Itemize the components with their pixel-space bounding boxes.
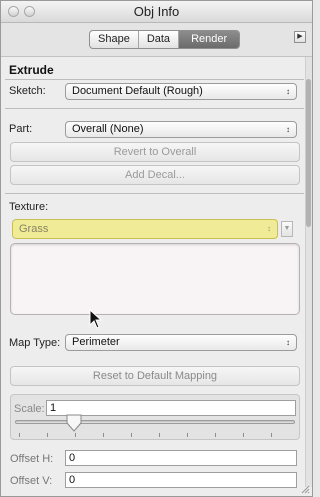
texture-label: Texture: — [9, 201, 49, 213]
part-popup[interactable]: Overall (None) ↕ — [65, 121, 297, 138]
slider-tick — [243, 433, 244, 437]
offset-v-label: Offset V: — [10, 475, 53, 487]
tab-bar: Shape Data Render ▶ — [1, 23, 312, 57]
popup-arrows-icon: ↕ — [286, 87, 290, 96]
section-title: Extrude — [9, 63, 54, 77]
offset-h-label: Offset H: — [10, 453, 54, 465]
revert-to-overall-button[interactable]: Revert to Overall — [10, 142, 300, 162]
scale-label: Scale: — [14, 403, 45, 415]
scale-slider-thumb[interactable] — [66, 414, 82, 432]
slider-tick — [19, 433, 20, 437]
texture-options-button[interactable]: ▼ — [281, 221, 293, 237]
tab-segmented-control: Shape Data Render — [89, 30, 241, 49]
slider-tick — [271, 433, 272, 437]
window-title: Obj Info — [133, 4, 180, 19]
slider-tick — [159, 433, 160, 437]
sketch-value: Document Default (Rough) — [72, 85, 203, 97]
popup-arrows-icon: ↕ — [286, 338, 290, 347]
popup-arrows-icon: ↕ — [286, 125, 290, 134]
slider-tick — [103, 433, 104, 437]
title-bar[interactable]: Obj Info — [1, 1, 312, 23]
offset-h-field[interactable]: 0 — [65, 450, 297, 466]
map-type-popup[interactable]: Perimeter ↕ — [65, 334, 297, 351]
slider-tick — [187, 433, 188, 437]
tab-render[interactable]: Render — [179, 31, 240, 48]
add-decal-button[interactable]: Add Decal... — [10, 165, 300, 185]
sketch-label: Sketch: — [9, 85, 46, 97]
texture-preview — [10, 243, 300, 315]
tab-shape[interactable]: Shape — [90, 31, 139, 48]
resize-grip-icon[interactable] — [300, 484, 310, 494]
tab-data[interactable]: Data — [139, 31, 180, 48]
offset-v-field[interactable]: 0 — [65, 472, 297, 488]
divider — [5, 108, 304, 109]
slider-tick — [75, 433, 76, 437]
scale-field[interactable]: 1 — [46, 400, 296, 416]
popup-arrows-icon: ↕ — [267, 224, 271, 233]
mouse-cursor-icon — [89, 309, 103, 329]
divider — [5, 79, 304, 80]
sketch-popup[interactable]: Document Default (Rough) ↕ — [65, 83, 297, 100]
texture-popup[interactable]: Grass ↕ — [12, 219, 278, 239]
panel-menu-button[interactable]: ▶ — [294, 31, 306, 43]
divider — [5, 193, 304, 194]
reset-default-mapping-button[interactable]: Reset to Default Mapping — [10, 366, 300, 386]
slider-tick — [215, 433, 216, 437]
map-type-label: Map Type: — [9, 337, 61, 349]
part-value: Overall (None) — [72, 123, 144, 135]
slider-tick — [47, 433, 48, 437]
map-type-value: Perimeter — [72, 336, 120, 348]
obj-info-window: Obj Info Shape Data Render ▶ Extrude Ske… — [0, 0, 313, 497]
scrollbar-thumb[interactable] — [306, 79, 311, 227]
scale-slider-track[interactable] — [15, 420, 295, 424]
texture-value: Grass — [19, 223, 49, 235]
slider-tick — [131, 433, 132, 437]
chevron-down-icon: ▼ — [283, 225, 291, 232]
part-label: Part: — [9, 123, 33, 135]
menu-arrow-icon: ▶ — [297, 33, 303, 40]
